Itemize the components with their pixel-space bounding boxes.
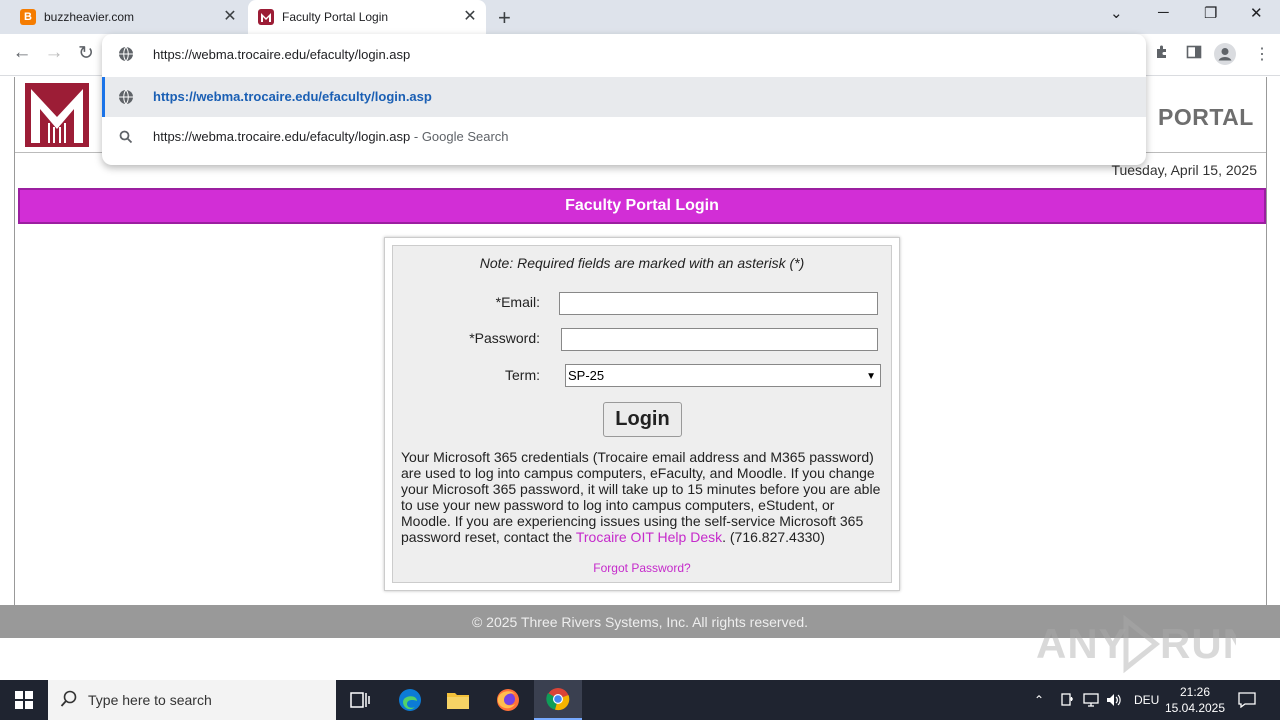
- trocaire-logo: [25, 83, 89, 147]
- windows-start-icon[interactable]: [0, 680, 48, 720]
- search-icon: [118, 129, 134, 148]
- suggestion-text: https://webma.trocaire.edu/efaculty/logi…: [153, 89, 432, 104]
- search-icon: [60, 690, 78, 711]
- forgot-password-link[interactable]: Forgot Password?: [393, 561, 891, 575]
- tab-strip: B buzzheavier.com ✕ Faculty Portal Login…: [0, 0, 1280, 34]
- network-icon[interactable]: [1060, 680, 1074, 720]
- display-icon[interactable]: [1083, 680, 1099, 720]
- password-field[interactable]: [561, 328, 878, 351]
- blogger-favicon-icon: B: [20, 9, 36, 25]
- page-content: Y PORTAL Tuesday, April 15, 2025 Faculty…: [0, 77, 1280, 680]
- restore-icon[interactable]: ❐: [1204, 4, 1217, 22]
- close-icon[interactable]: ✕: [222, 9, 238, 25]
- svg-text:RUN: RUN: [1160, 620, 1236, 667]
- omnibox-suggestion-url[interactable]: https://webma.trocaire.edu/efaculty/logi…: [102, 77, 1146, 117]
- anyrun-watermark: ANY RUN: [1036, 614, 1253, 684]
- notifications-icon[interactable]: [1238, 680, 1256, 720]
- omnibox-suggestion-search[interactable]: https://webma.trocaire.edu/efaculty/logi…: [102, 117, 1146, 157]
- chrome-icon[interactable]: [534, 680, 582, 720]
- email-label: *Email:: [495, 294, 540, 310]
- show-hidden-icons-chevron-icon[interactable]: ⌃: [1034, 680, 1044, 720]
- clock-time: 21:26: [1179, 685, 1211, 699]
- address-bar-input[interactable]: https://webma.trocaire.edu/efaculty/logi…: [102, 34, 1146, 76]
- back-icon[interactable]: ←: [10, 42, 34, 64]
- portal-heading: PORTAL: [1158, 104, 1254, 130]
- tab-buzzheavier[interactable]: B buzzheavier.com ✕: [8, 0, 246, 34]
- page-title: Faculty Portal Login: [18, 188, 1266, 224]
- file-explorer-icon[interactable]: [434, 680, 482, 720]
- task-view-icon[interactable]: [336, 680, 384, 720]
- globe-icon: [118, 89, 134, 108]
- required-note: Note: Required fields are marked with an…: [479, 255, 805, 271]
- firefox-icon[interactable]: [484, 680, 532, 720]
- term-label: Term:: [505, 367, 540, 383]
- profile-avatar-icon[interactable]: [1214, 43, 1236, 69]
- globe-icon: [118, 46, 134, 65]
- search-placeholder: Type here to search: [88, 692, 212, 708]
- tab-title: buzzheavier.com: [44, 10, 135, 24]
- input-language[interactable]: DEU: [1134, 680, 1159, 720]
- help-desk-link[interactable]: Trocaire OIT Help Desk: [576, 529, 722, 545]
- term-selected-value: SP-25: [568, 368, 605, 383]
- menu-kebab-icon[interactable]: ⋮: [1254, 44, 1270, 64]
- volume-icon[interactable]: [1106, 680, 1122, 720]
- clock-date: 15.04.2025: [1164, 701, 1226, 715]
- svg-text:ANY: ANY: [1036, 620, 1128, 667]
- suggestion-suffix: - Google Search: [410, 129, 509, 144]
- reload-icon[interactable]: ↻: [74, 42, 98, 65]
- info-text-part: . (716.827.4330): [722, 529, 825, 545]
- suggestion-text: https://webma.trocaire.edu/efaculty/logi…: [153, 129, 411, 144]
- windows-taskbar: Type here to search ⌃ DEU 21:26 15.04.20…: [0, 680, 1280, 720]
- login-card: Note: Required fields are marked with an…: [384, 237, 900, 591]
- taskbar-search-input[interactable]: Type here to search: [48, 680, 336, 720]
- forward-icon[interactable]: →: [42, 42, 66, 64]
- close-window-icon[interactable]: ✕: [1250, 4, 1263, 22]
- term-select[interactable]: SP-25 ▼: [565, 364, 881, 387]
- email-field[interactable]: [559, 292, 878, 315]
- tab-search-chevron-icon[interactable]: ⌄: [1110, 4, 1123, 22]
- address-bar-text: https://webma.trocaire.edu/efaculty/logi…: [153, 47, 411, 62]
- m365-info-text: Your Microsoft 365 credentials (Trocaire…: [401, 449, 885, 545]
- close-icon[interactable]: ✕: [462, 9, 478, 25]
- tab-faculty-portal[interactable]: Faculty Portal Login ✕: [248, 0, 486, 34]
- login-form: Note: Required fields are marked with an…: [392, 245, 892, 583]
- tab-title: Faculty Portal Login: [282, 10, 389, 24]
- side-panel-icon[interactable]: [1186, 44, 1202, 64]
- system-clock[interactable]: 21:26 15.04.2025: [1162, 684, 1228, 716]
- minimize-icon[interactable]: ─: [1158, 4, 1169, 21]
- new-tab-icon[interactable]: +: [498, 5, 511, 31]
- extensions-icon[interactable]: [1154, 44, 1170, 64]
- edge-browser-icon[interactable]: [386, 680, 434, 720]
- omnibox-dropdown: https://webma.trocaire.edu/efaculty/logi…: [102, 34, 1146, 165]
- dropdown-arrow-icon: ▼: [866, 371, 876, 382]
- trocaire-favicon-icon: [258, 9, 274, 25]
- password-label: *Password:: [469, 330, 540, 346]
- login-button[interactable]: Login: [603, 402, 682, 437]
